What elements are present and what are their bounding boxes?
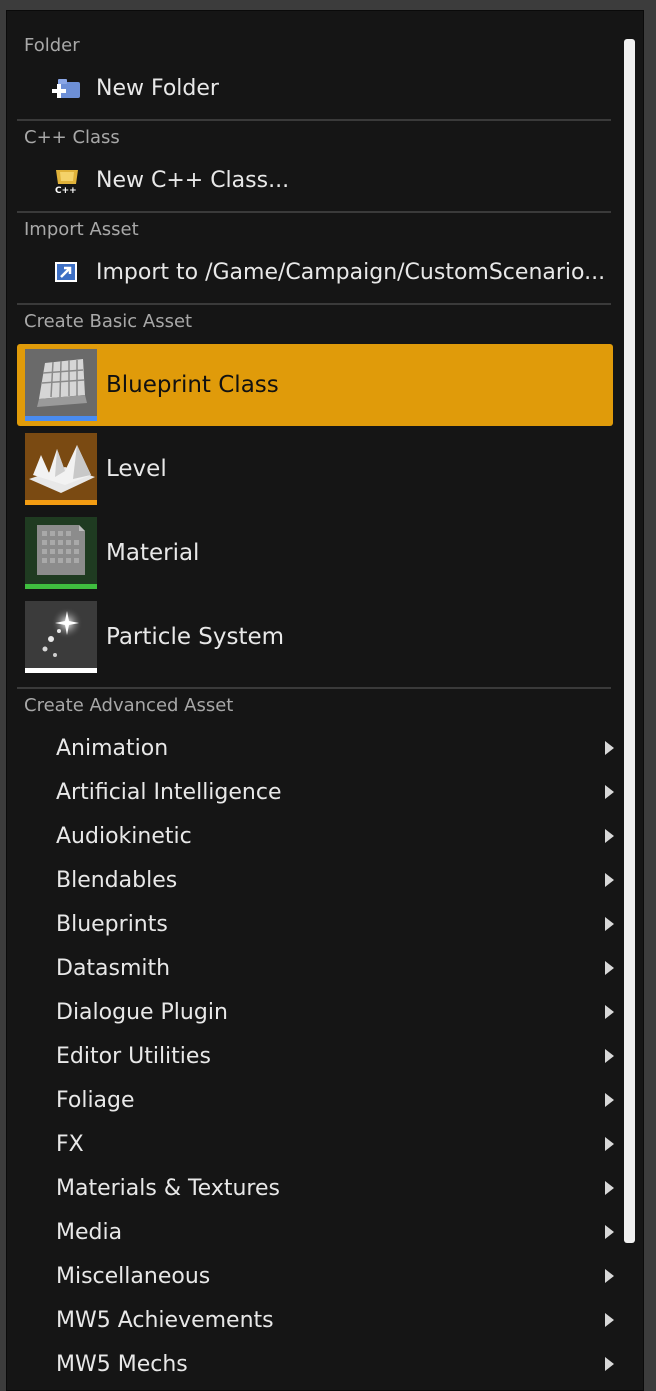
submenu-arrow-icon xyxy=(605,785,614,799)
create-asset-context-menu: Folder New Folder C++ Class C++ New C++ … xyxy=(6,10,644,1391)
svg-text:C++: C++ xyxy=(55,186,77,194)
submenu-arrow-icon xyxy=(605,873,614,887)
submenu-foliage[interactable]: Foliage xyxy=(56,1080,616,1120)
section-header-import-asset: Import Asset xyxy=(24,219,139,240)
submenu-editor-utilities[interactable]: Editor Utilities xyxy=(56,1036,616,1076)
material-label: Material xyxy=(106,540,200,566)
submenu-blueprints[interactable]: Blueprints xyxy=(56,904,616,944)
submenu-label: Blueprints xyxy=(56,911,168,937)
submenu-label: FX xyxy=(56,1131,84,1157)
separator xyxy=(17,119,611,121)
section-header-create-basic-asset: Create Basic Asset xyxy=(24,311,193,332)
submenu-artificial-intelligence[interactable]: Artificial Intelligence xyxy=(56,772,616,812)
submenu-arrow-icon xyxy=(605,961,614,975)
cpp-class-icon: C++ xyxy=(52,166,82,196)
particle-system-accent-bar xyxy=(25,668,97,673)
submenu-label: Foliage xyxy=(56,1087,135,1113)
new-folder-label: New Folder xyxy=(96,75,219,101)
submenu-label: Materials & Textures xyxy=(56,1175,280,1201)
submenu-arrow-icon xyxy=(605,917,614,931)
submenu-arrow-icon xyxy=(605,1181,614,1195)
import-asset-menu-item[interactable]: Import to /Game/Campaign/CustomScenario.… xyxy=(52,255,605,289)
section-header-create-advanced-asset: Create Advanced Asset xyxy=(24,695,234,716)
import-icon xyxy=(52,258,82,286)
blueprint-class-accent-bar xyxy=(25,416,97,421)
particle-system-label: Particle System xyxy=(106,624,285,650)
submenu-label: Datasmith xyxy=(56,955,171,981)
submenu-label: Animation xyxy=(56,735,169,761)
new-folder-icon xyxy=(52,74,82,102)
particle-system-menu-item[interactable]: Particle System xyxy=(17,596,613,678)
submenu-arrow-icon xyxy=(605,1049,614,1063)
submenu-label: Media xyxy=(56,1219,123,1245)
submenu-arrow-icon xyxy=(605,1357,614,1371)
material-menu-item[interactable]: Material xyxy=(17,512,613,594)
submenu-arrow-icon xyxy=(605,829,614,843)
submenu-dialogue-plugin[interactable]: Dialogue Plugin xyxy=(56,992,616,1032)
submenu-arrow-icon xyxy=(605,1225,614,1239)
submenu-label: Blendables xyxy=(56,867,178,893)
material-icon xyxy=(25,517,97,589)
new-cpp-class-label: New C++ Class... xyxy=(96,167,290,193)
blueprint-class-icon xyxy=(25,349,97,421)
submenu-animation[interactable]: Animation xyxy=(56,728,616,768)
separator xyxy=(17,687,611,689)
submenu-label: Editor Utilities xyxy=(56,1043,211,1069)
separator xyxy=(17,303,611,305)
separator xyxy=(17,211,611,213)
submenu-media[interactable]: Media xyxy=(56,1212,616,1252)
submenu-label: Dialogue Plugin xyxy=(56,999,228,1025)
level-icon xyxy=(25,433,97,505)
submenu-arrow-icon xyxy=(605,1313,614,1327)
material-accent-bar xyxy=(25,584,97,589)
particle-system-icon xyxy=(25,601,97,673)
section-header-cpp-class: C++ Class xyxy=(24,127,120,148)
submenu-arrow-icon xyxy=(605,1005,614,1019)
submenu-label: MW5 Achievements xyxy=(56,1307,274,1333)
level-label: Level xyxy=(106,456,167,482)
blueprint-class-menu-item[interactable]: Blueprint Class xyxy=(17,344,613,426)
submenu-mw5-mechs[interactable]: MW5 Mechs xyxy=(56,1344,616,1384)
submenu-fx[interactable]: FX xyxy=(56,1124,616,1164)
submenu-arrow-icon xyxy=(605,1137,614,1151)
vertical-scrollbar[interactable] xyxy=(624,39,635,1243)
submenu-arrow-icon xyxy=(605,741,614,755)
level-accent-bar xyxy=(25,500,97,505)
new-folder-menu-item[interactable]: New Folder xyxy=(52,71,219,105)
submenu-datasmith[interactable]: Datasmith xyxy=(56,948,616,988)
submenu-blendables[interactable]: Blendables xyxy=(56,860,616,900)
submenu-mw5-achievements[interactable]: MW5 Achievements xyxy=(56,1300,616,1340)
submenu-label: MW5 Mechs xyxy=(56,1351,188,1377)
submenu-label: Audiokinetic xyxy=(56,823,192,849)
submenu-label: Miscellaneous xyxy=(56,1263,211,1289)
section-header-folder: Folder xyxy=(24,35,80,56)
blueprint-class-label: Blueprint Class xyxy=(106,372,279,398)
submenu-audiokinetic[interactable]: Audiokinetic xyxy=(56,816,616,856)
submenu-arrow-icon xyxy=(605,1269,614,1283)
submenu-label: Artificial Intelligence xyxy=(56,779,282,805)
level-menu-item[interactable]: Level xyxy=(17,428,613,510)
import-asset-label: Import to /Game/Campaign/CustomScenario.… xyxy=(96,259,606,285)
submenu-materials-textures[interactable]: Materials & Textures xyxy=(56,1168,616,1208)
new-cpp-class-menu-item[interactable]: C++ New C++ Class... xyxy=(52,163,289,197)
submenu-arrow-icon xyxy=(605,1093,614,1107)
submenu-miscellaneous[interactable]: Miscellaneous xyxy=(56,1256,616,1296)
